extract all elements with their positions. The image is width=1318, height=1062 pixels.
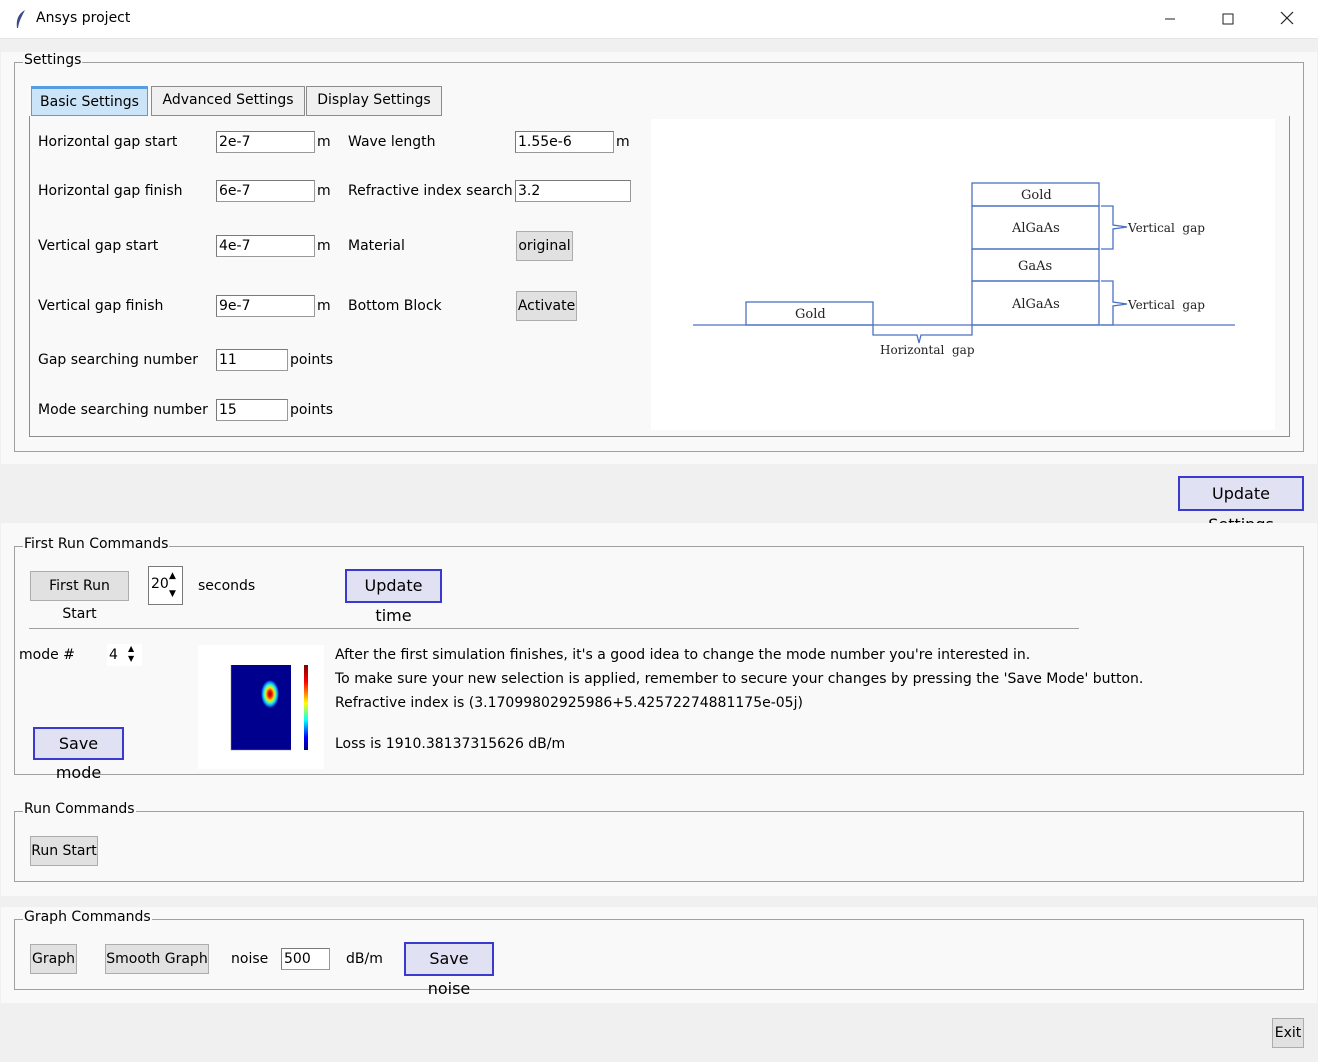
seconds-label: seconds [198, 578, 256, 594]
run-group-label: Run Commands [23, 801, 136, 817]
vertical-gap-start-input[interactable] [216, 235, 315, 257]
smooth-graph-button[interactable]: Smooth Graph [105, 944, 209, 974]
mode-spinbox[interactable]: 4 ▲ ▼ [107, 644, 142, 666]
horizontal-gap-finish-input[interactable] [216, 180, 315, 202]
title-bar: Ansys project [0, 0, 1318, 39]
gaas-text: GaAs [1018, 259, 1052, 274]
vertical-gap-start-unit: m [317, 238, 331, 254]
save-noise-button[interactable]: Save noise [404, 942, 494, 998]
bottom-block-activate-button[interactable]: Activate [516, 291, 577, 321]
close-button[interactable] [1258, 0, 1316, 39]
noise-unit: dB/m [346, 951, 383, 967]
mode-searching-number-label: Mode searching number [38, 402, 208, 418]
tab-advanced-settings[interactable]: Advanced Settings [151, 86, 305, 116]
tab-display-settings-label: Display Settings [317, 92, 431, 108]
minimize-button[interactable] [1141, 0, 1199, 39]
tab-display-settings[interactable]: Display Settings [306, 86, 442, 116]
mode-profile-image [198, 645, 324, 769]
run-start-button[interactable]: Run Start [30, 836, 98, 866]
horizontal-gap-start-unit: m [317, 134, 331, 150]
vertical-gap-start-label: Vertical gap start [38, 238, 159, 254]
mode-spin-down-icon[interactable]: ▼ [128, 653, 134, 664]
info-line-2: To make sure your new selection is appli… [335, 671, 1144, 687]
info-line-1: After the first simulation finishes, it'… [335, 647, 1031, 663]
refractive-index-result: Refractive index is (3.17099802925986+5.… [335, 695, 803, 711]
spin-down-icon[interactable]: ▼ [169, 586, 176, 602]
wave-length-input[interactable] [515, 131, 614, 153]
gold-top-text: Gold [1021, 188, 1052, 203]
gap-searching-number-label: Gap searching number [38, 352, 199, 368]
maximize-icon [1222, 13, 1234, 25]
first-run-group-label: First Run Commands [23, 536, 170, 552]
noise-input[interactable] [281, 948, 330, 970]
vertical-gap-bottom-text: Vertical gap [1127, 298, 1205, 312]
vertical-gap-bottom-brace [1101, 280, 1128, 326]
gap-searching-number-unit: points [290, 352, 333, 368]
algaas-top-text: AlGaAs [1011, 221, 1060, 236]
separator [29, 628, 1079, 629]
seconds-spinbox[interactable]: 20 ▲ ▼ [148, 566, 183, 605]
vertical-gap-top-text: Vertical gap [1127, 221, 1205, 235]
exit-button[interactable]: Exit [1272, 1018, 1304, 1048]
maximize-button[interactable] [1199, 0, 1257, 39]
graph-group-label: Graph Commands [23, 909, 152, 925]
minimize-icon [1165, 18, 1175, 20]
loss-result: Loss is 1910.38137315626 dB/m [335, 736, 566, 752]
vertical-gap-finish-input[interactable] [216, 295, 315, 317]
algaas-bottom-text: AlGaAs [1011, 297, 1060, 312]
gold-left-text: Gold [795, 307, 826, 322]
settings-group-label: Settings [23, 52, 83, 68]
horizontal-gap-text: Horizontal gap [880, 343, 975, 357]
close-icon [1280, 11, 1294, 25]
tab-basic-settings[interactable]: Basic Settings [31, 86, 148, 116]
run-group [14, 811, 1304, 882]
structure-diagram: Gold Gold AlGaAs GaAs AlGaAs Vertical ga… [651, 119, 1275, 430]
refractive-index-search-label: Refractive index search [348, 183, 513, 199]
vertical-gap-top-brace [1101, 205, 1128, 250]
wave-length-unit: m [616, 134, 630, 150]
mode-searching-number-input[interactable] [216, 399, 288, 421]
horizontal-gap-brace [872, 325, 973, 344]
mode-label: mode # [19, 647, 75, 663]
feather-icon [14, 9, 28, 33]
tab-advanced-settings-label: Advanced Settings [162, 92, 294, 108]
horizontal-gap-finish-label: Horizontal gap finish [38, 183, 183, 199]
mode-searching-number-unit: points [290, 402, 333, 418]
material-original-button[interactable]: original [516, 231, 573, 261]
seconds-value: 20 [151, 576, 169, 592]
noise-label: noise [231, 951, 269, 967]
vertical-gap-finish-unit: m [317, 298, 331, 314]
bottom-block-label: Bottom Block [348, 298, 442, 314]
material-label: Material [348, 238, 405, 254]
update-settings-button[interactable]: Update Settings [1178, 476, 1304, 534]
graph-button[interactable]: Graph [30, 944, 77, 974]
tab-basic-settings-label: Basic Settings [40, 94, 139, 110]
vertical-gap-finish-label: Vertical gap finish [38, 298, 164, 314]
mode-value: 4 [109, 647, 118, 663]
save-mode-button[interactable]: Save mode [33, 727, 124, 782]
horizontal-gap-finish-unit: m [317, 183, 331, 199]
horizontal-gap-start-label: Horizontal gap start [38, 134, 178, 150]
first-run-start-button[interactable]: First Run Start [30, 571, 129, 622]
spin-up-icon[interactable]: ▲ [169, 568, 176, 584]
window-title: Ansys project [36, 10, 131, 26]
refractive-index-search-input[interactable] [515, 180, 631, 202]
horizontal-gap-start-input[interactable] [216, 131, 315, 153]
update-time-button[interactable]: Update time [345, 569, 442, 625]
wave-length-label: Wave length [348, 134, 436, 150]
gap-searching-number-input[interactable] [216, 349, 288, 371]
